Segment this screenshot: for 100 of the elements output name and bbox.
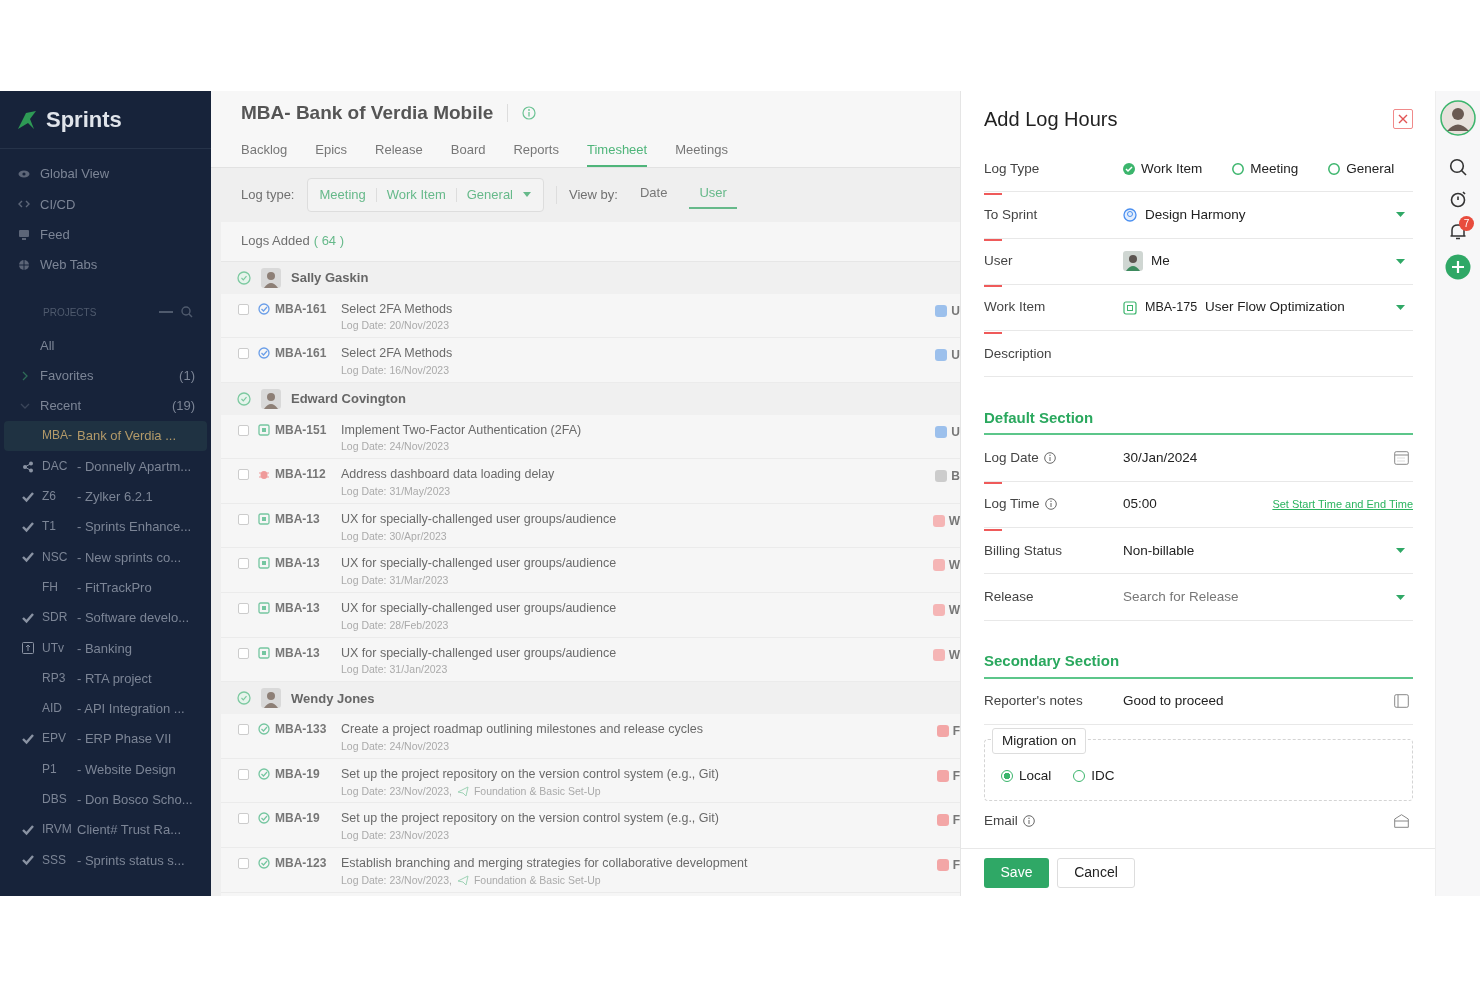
- checkbox[interactable]: [238, 647, 249, 659]
- calendar-icon: [1394, 451, 1409, 466]
- item-title[interactable]: Implement Two-Factor Authentication (2FA): [341, 420, 582, 440]
- project-item[interactable]: Z6 - Zylker 6.2.1: [4, 481, 207, 512]
- tab[interactable]: Release: [375, 135, 423, 167]
- item-id[interactable]: MBA-13: [275, 509, 320, 528]
- radio-label[interactable]: Local: [1019, 765, 1052, 786]
- project-item[interactable]: UTv - Banking: [4, 633, 207, 664]
- tab[interactable]: Timesheet: [587, 135, 648, 167]
- item-id[interactable]: MBA-161: [275, 344, 327, 363]
- item-title[interactable]: Select 2FA Methods: [341, 344, 453, 363]
- radio-label[interactable]: IDC: [1091, 765, 1115, 786]
- item-title[interactable]: Set up the project repository on the version control system (e.g., Git): [341, 809, 719, 829]
- project-item[interactable]: SDR - Software develo...: [4, 602, 207, 634]
- field-label: Billing Status: [984, 541, 1063, 560]
- save-button[interactable]: Save: [984, 857, 1049, 888]
- checkbox[interactable]: [238, 513, 249, 525]
- project-item[interactable]: P1 - Website Design: [4, 754, 207, 785]
- item-id[interactable]: MBA-19: [275, 764, 320, 783]
- item-title[interactable]: UX for specially-challenged user groups/audience: [341, 599, 617, 618]
- date-field[interactable]: 30/Jan/2024: [1123, 448, 1198, 469]
- radio-label[interactable]: Meeting: [1250, 158, 1299, 179]
- item-id[interactable]: MBA-19: [275, 809, 320, 828]
- checkbox[interactable]: [238, 768, 249, 780]
- item-title[interactable]: UX for specially-challenged user groups/audience: [341, 643, 617, 663]
- project-item[interactable]: MBA- Bank of Verdia ...: [4, 421, 207, 452]
- project-item[interactable]: EPV - ERP Phase VII: [4, 724, 207, 755]
- nav-item[interactable]: CI/CD: [40, 194, 76, 215]
- check-circle-icon[interactable]: [1123, 162, 1135, 175]
- item-title[interactable]: Set up the project repository on the version control system (e.g., Git): [341, 764, 719, 784]
- select-field[interactable]: Non-billable: [1123, 540, 1413, 561]
- project-group[interactable]: All: [40, 335, 55, 356]
- item-title[interactable]: UX for specially-challenged user groups/audience: [341, 509, 617, 529]
- log-type-select[interactable]: Meeting Work Item General: [306, 178, 544, 212]
- nav-item[interactable]: Web Tabs: [40, 255, 98, 275]
- text-field[interactable]: Good to proceed: [1123, 691, 1224, 712]
- add-icon[interactable]: [1445, 254, 1471, 280]
- caret-icon: [1396, 212, 1405, 218]
- close-icon: [1398, 113, 1408, 124]
- radio-label[interactable]: General: [1346, 158, 1395, 179]
- item-title[interactable]: Create a project roadmap outlining milestones and release cycles: [341, 720, 703, 739]
- project-item[interactable]: DBS - Don Bosco Scho...: [4, 784, 207, 815]
- tab[interactable]: Backlog: [241, 135, 288, 167]
- radio-label[interactable]: Work Item: [1141, 158, 1203, 179]
- item-id[interactable]: MBA-112: [275, 465, 326, 484]
- log-date: Log Date: 31/May/2023: [341, 484, 451, 500]
- item-title[interactable]: Establish branching and merging strategies for collaborative development: [341, 854, 748, 873]
- avatar: [261, 688, 281, 709]
- radio-circle-icon[interactable]: [1328, 162, 1341, 175]
- item-id[interactable]: MBA-123: [275, 854, 327, 873]
- item-id[interactable]: MBA-151: [275, 420, 327, 439]
- item-title[interactable]: UX for specially-challenged user groups/audience: [341, 554, 617, 574]
- select-field[interactable]: Design Harmony: [1123, 204, 1413, 226]
- radio-circle-icon[interactable]: [1232, 162, 1245, 175]
- checkbox[interactable]: [238, 603, 249, 615]
- cancel-button[interactable]: Cancel: [1057, 857, 1135, 888]
- time-field[interactable]: 05:00: [1123, 494, 1157, 515]
- item-id[interactable]: MBA-161: [275, 299, 327, 318]
- project-item[interactable]: RP3 - RTA project: [4, 663, 207, 694]
- log-date: Log Date: 31/Jan/2023: [341, 662, 448, 678]
- project-item[interactable]: IRVM Client# Trust Ra...: [4, 814, 207, 846]
- radio-button[interactable]: [1073, 769, 1086, 782]
- project-item[interactable]: T1 - Sprints Enhance...: [4, 511, 207, 543]
- item-id[interactable]: MBA-13: [275, 643, 320, 662]
- item-id[interactable]: MBA-133: [275, 720, 327, 739]
- item-title[interactable]: Address dashboard data loading delay: [341, 465, 555, 485]
- radio-button[interactable]: [1001, 769, 1013, 782]
- select-field[interactable]: Me: [1123, 251, 1413, 272]
- checkbox[interactable]: [238, 303, 249, 315]
- tab[interactable]: Epics: [315, 135, 348, 167]
- item-title[interactable]: Select 2FA Methods: [341, 299, 453, 319]
- project-item[interactable]: SSS - Sprints status s...: [4, 845, 207, 876]
- nav-item[interactable]: Feed: [40, 225, 70, 245]
- project-group[interactable]: Favorites: [40, 365, 94, 386]
- checkbox[interactable]: [238, 424, 249, 436]
- checkbox[interactable]: [238, 813, 249, 825]
- select-field[interactable]: Search for Release: [1123, 586, 1413, 608]
- project-item[interactable]: FH - FitTrackPro: [4, 572, 207, 603]
- item-id[interactable]: MBA-13: [275, 554, 320, 573]
- item-id[interactable]: MBA-13: [275, 599, 320, 618]
- checkbox[interactable]: [238, 469, 249, 481]
- project-item[interactable]: DAC - Donnelly Apartm...: [4, 451, 207, 482]
- checkbox[interactable]: [238, 558, 249, 570]
- select-field[interactable]: MBA-175 User Flow Optimization: [1123, 297, 1413, 318]
- tab[interactable]: Reports: [513, 135, 559, 167]
- project-item[interactable]: NSC - New sprints co...: [4, 542, 207, 573]
- view-tab[interactable]: Date: [629, 181, 678, 209]
- link[interactable]: Set Start Time and End Time: [1272, 496, 1413, 513]
- checkbox[interactable]: [238, 858, 249, 870]
- timer-icon[interactable]: [1449, 190, 1467, 208]
- tab[interactable]: Board: [450, 135, 486, 167]
- item-count: (1): [179, 366, 195, 385]
- checkbox[interactable]: [238, 724, 249, 736]
- project-group[interactable]: Recent: [40, 396, 82, 416]
- close-button[interactable]: [1393, 108, 1413, 129]
- tab[interactable]: Meetings: [675, 135, 728, 167]
- checkbox[interactable]: [238, 348, 249, 360]
- nav-item[interactable]: Global View: [40, 164, 110, 184]
- project-item[interactable]: AID - API Integration ...: [4, 693, 207, 725]
- search-icon[interactable]: [1449, 158, 1467, 176]
